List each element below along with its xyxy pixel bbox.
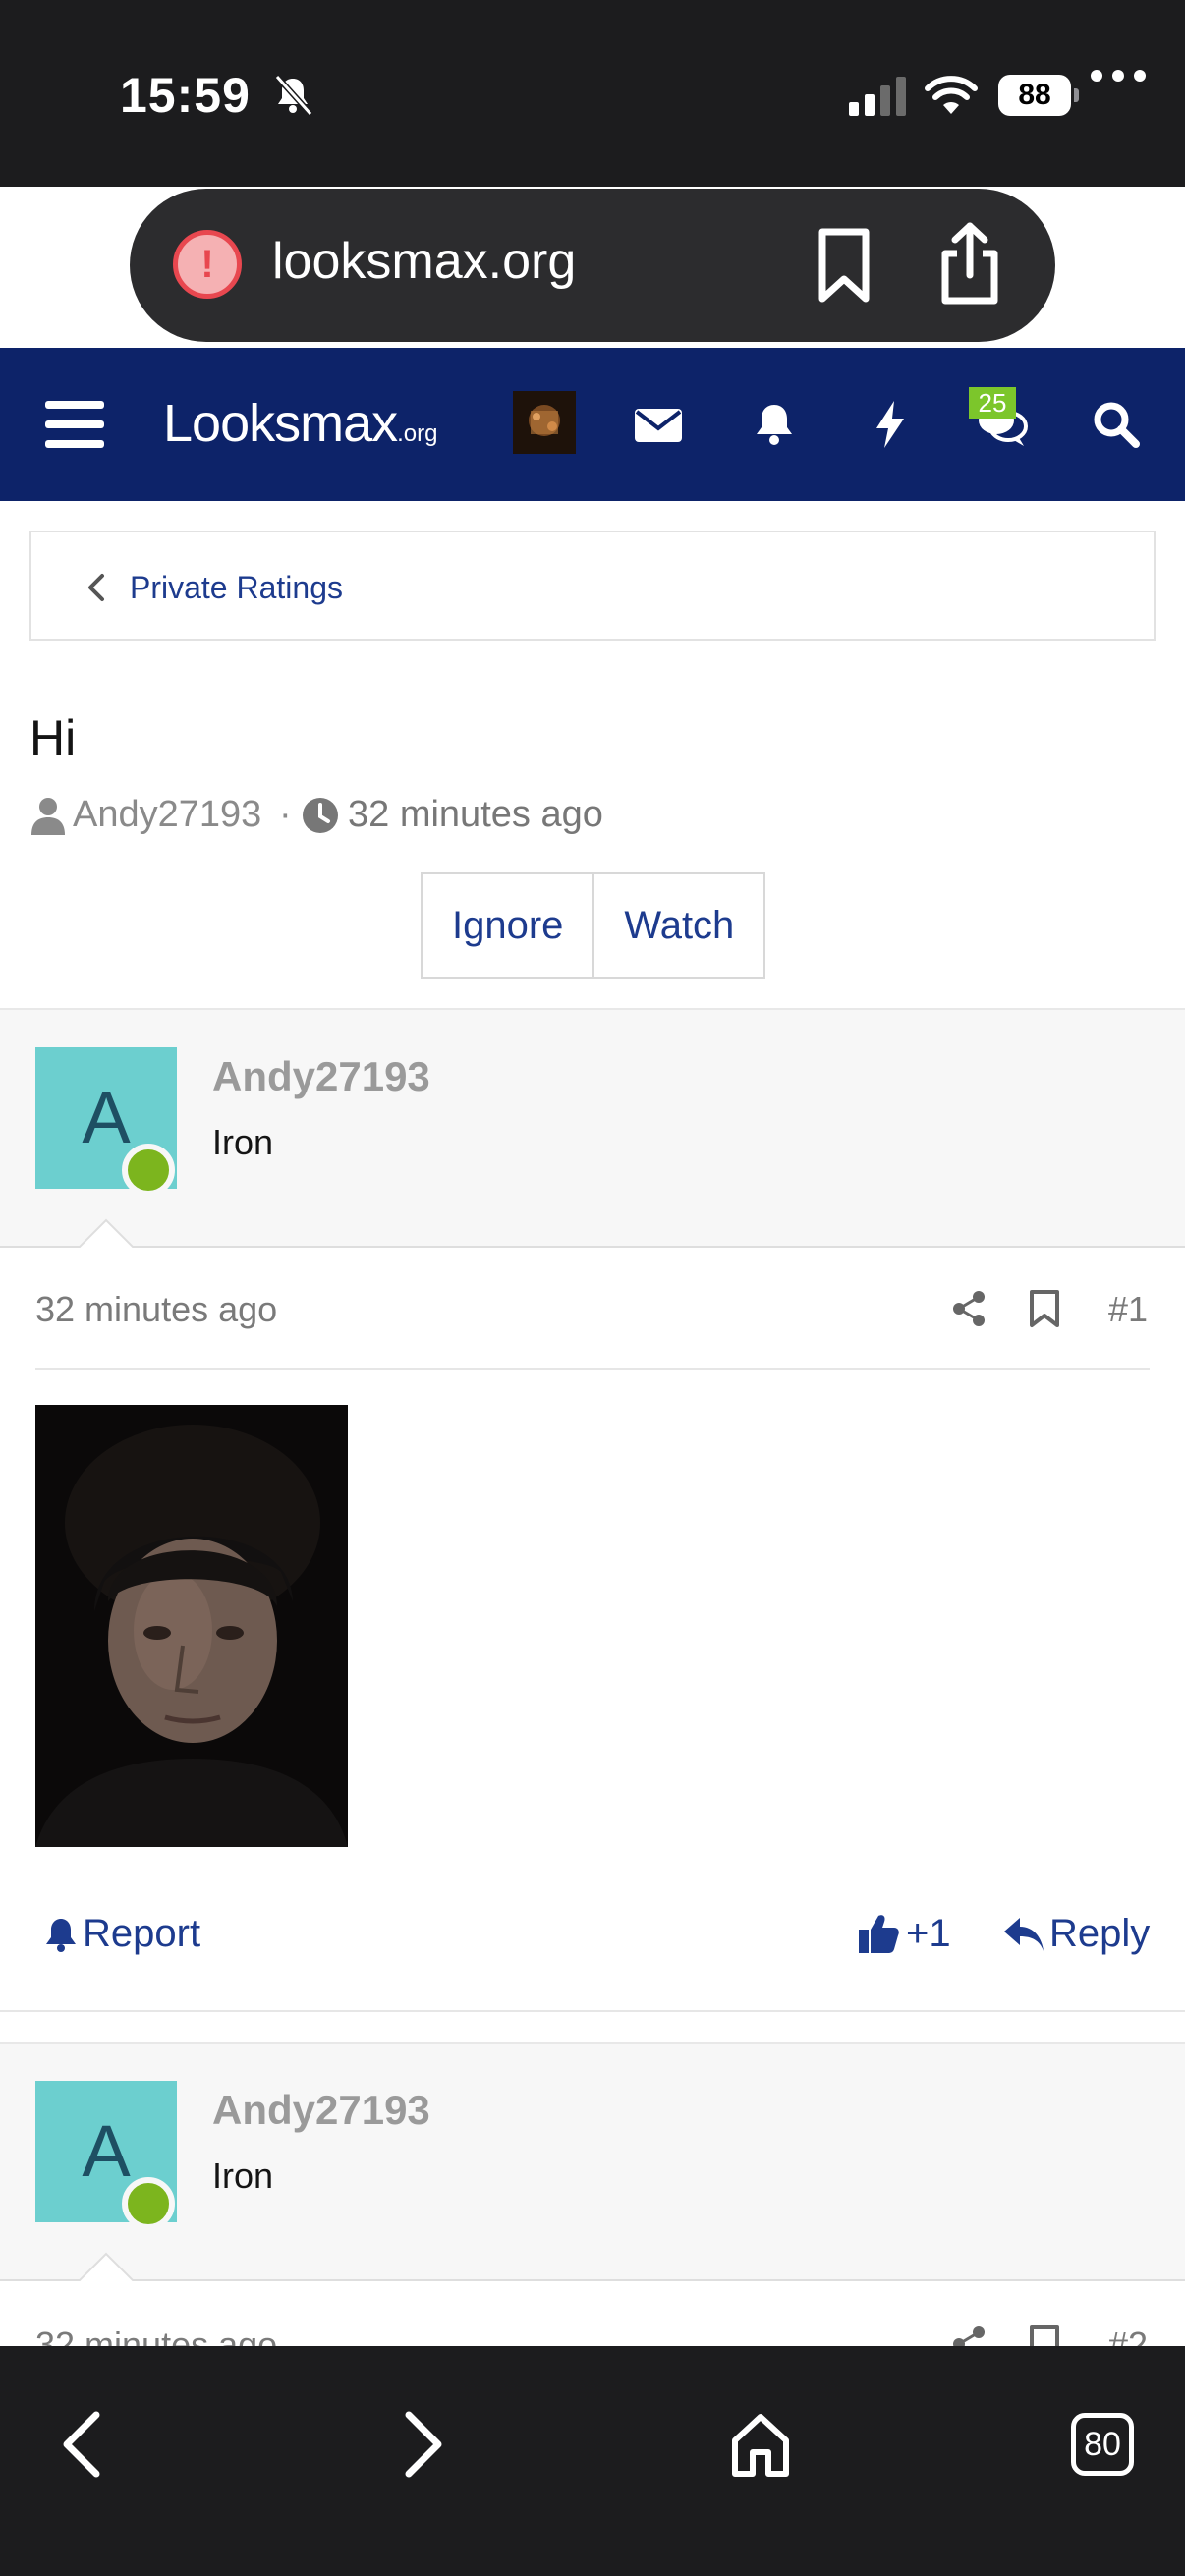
user-icon [31, 798, 65, 835]
post-username[interactable]: Andy27193 [212, 1053, 430, 1100]
forward-icon[interactable] [391, 2407, 454, 2482]
menu-icon[interactable] [45, 397, 104, 452]
tabs-button[interactable]: 80 [1071, 2413, 1134, 2476]
url-text[interactable]: looksmax.org [272, 232, 576, 291]
share-icon[interactable] [935, 222, 1004, 305]
status-bar: 15:59 88 ! looksmax.org [0, 0, 1185, 342]
clock-icon [303, 798, 338, 833]
status-time: 15:59 [120, 68, 251, 123]
post-number[interactable]: #1 [1108, 1289, 1148, 1330]
home-icon[interactable] [729, 2407, 792, 2482]
post-user-strip: A Andy27193 Iron [0, 1008, 1185, 1248]
cellular-signal-icon [849, 77, 906, 116]
battery-level: 88 [998, 75, 1071, 116]
watch-button[interactable]: Watch [592, 874, 763, 977]
battery-indicator: 88 [998, 75, 1079, 116]
browser-toolbar: 80 [0, 2346, 1185, 2576]
reaction-count[interactable]: +1 [906, 1912, 951, 1956]
reply-button[interactable]: Reply [1049, 1912, 1150, 1956]
bookmark-icon[interactable] [1028, 1289, 1061, 1328]
post-time[interactable]: 32 minutes ago [35, 1289, 277, 1330]
lightning-icon[interactable] [861, 395, 920, 454]
report-button[interactable]: Report [83, 1912, 200, 1956]
site-navbar: Looksmax.org 25 [0, 348, 1185, 501]
speech-tail [79, 1218, 134, 1248]
site-warning-icon[interactable]: ! [173, 230, 242, 299]
thread-actions: Ignore Watch [421, 872, 766, 979]
bell-icon[interactable] [43, 1916, 79, 1953]
wifi-icon [925, 76, 978, 114]
breadcrumb[interactable]: Private Ratings [29, 531, 1156, 641]
search-icon[interactable] [1087, 395, 1146, 454]
logo-suffix: .org [397, 420, 438, 447]
post-actions: Report +1 Reply [35, 1906, 1150, 1965]
reply-icon[interactable] [1002, 1916, 1045, 1953]
speech-tail [79, 2252, 134, 2281]
meta-separator: · [279, 794, 292, 835]
conversations-badge: 25 [969, 387, 1016, 419]
online-status-indicator [122, 2177, 175, 2230]
user-rank: Iron [212, 1122, 274, 1162]
thread-time[interactable]: 32 minutes ago [348, 794, 603, 836]
site-logo[interactable]: Looksmax.org [163, 393, 437, 454]
logo-main: Looksmax [163, 394, 398, 453]
bell-slash-icon [274, 74, 313, 116]
back-icon[interactable] [51, 2407, 114, 2482]
post-image[interactable] [35, 1405, 348, 1847]
post-header: 32 minutes ago #1 [35, 1285, 1150, 1370]
battery-tip [1074, 88, 1079, 102]
thread-title: Hi [29, 710, 77, 765]
thread-author[interactable]: Andy27193 [73, 794, 261, 836]
breadcrumb-link[interactable]: Private Ratings [130, 570, 343, 606]
post-username[interactable]: Andy27193 [212, 2087, 430, 2134]
online-status-indicator [122, 1144, 175, 1197]
bookmark-icon[interactable] [813, 226, 875, 305]
envelope-icon[interactable] [629, 395, 688, 454]
post-user-strip: A Andy27193 Iron [0, 2042, 1185, 2281]
ignore-button[interactable]: Ignore [423, 874, 592, 977]
chevron-left-icon [88, 574, 104, 601]
post-divider [0, 2010, 1185, 2044]
thumbs-up-icon[interactable] [857, 1912, 900, 1955]
share-icon[interactable] [949, 1289, 988, 1328]
address-bar[interactable]: ! looksmax.org [130, 189, 1055, 342]
more-options-icon[interactable] [1089, 61, 1148, 90]
user-avatar[interactable] [513, 391, 576, 454]
user-rank: Iron [212, 2156, 274, 2196]
bell-icon[interactable] [745, 395, 804, 454]
close-icon[interactable] [35, 236, 90, 291]
